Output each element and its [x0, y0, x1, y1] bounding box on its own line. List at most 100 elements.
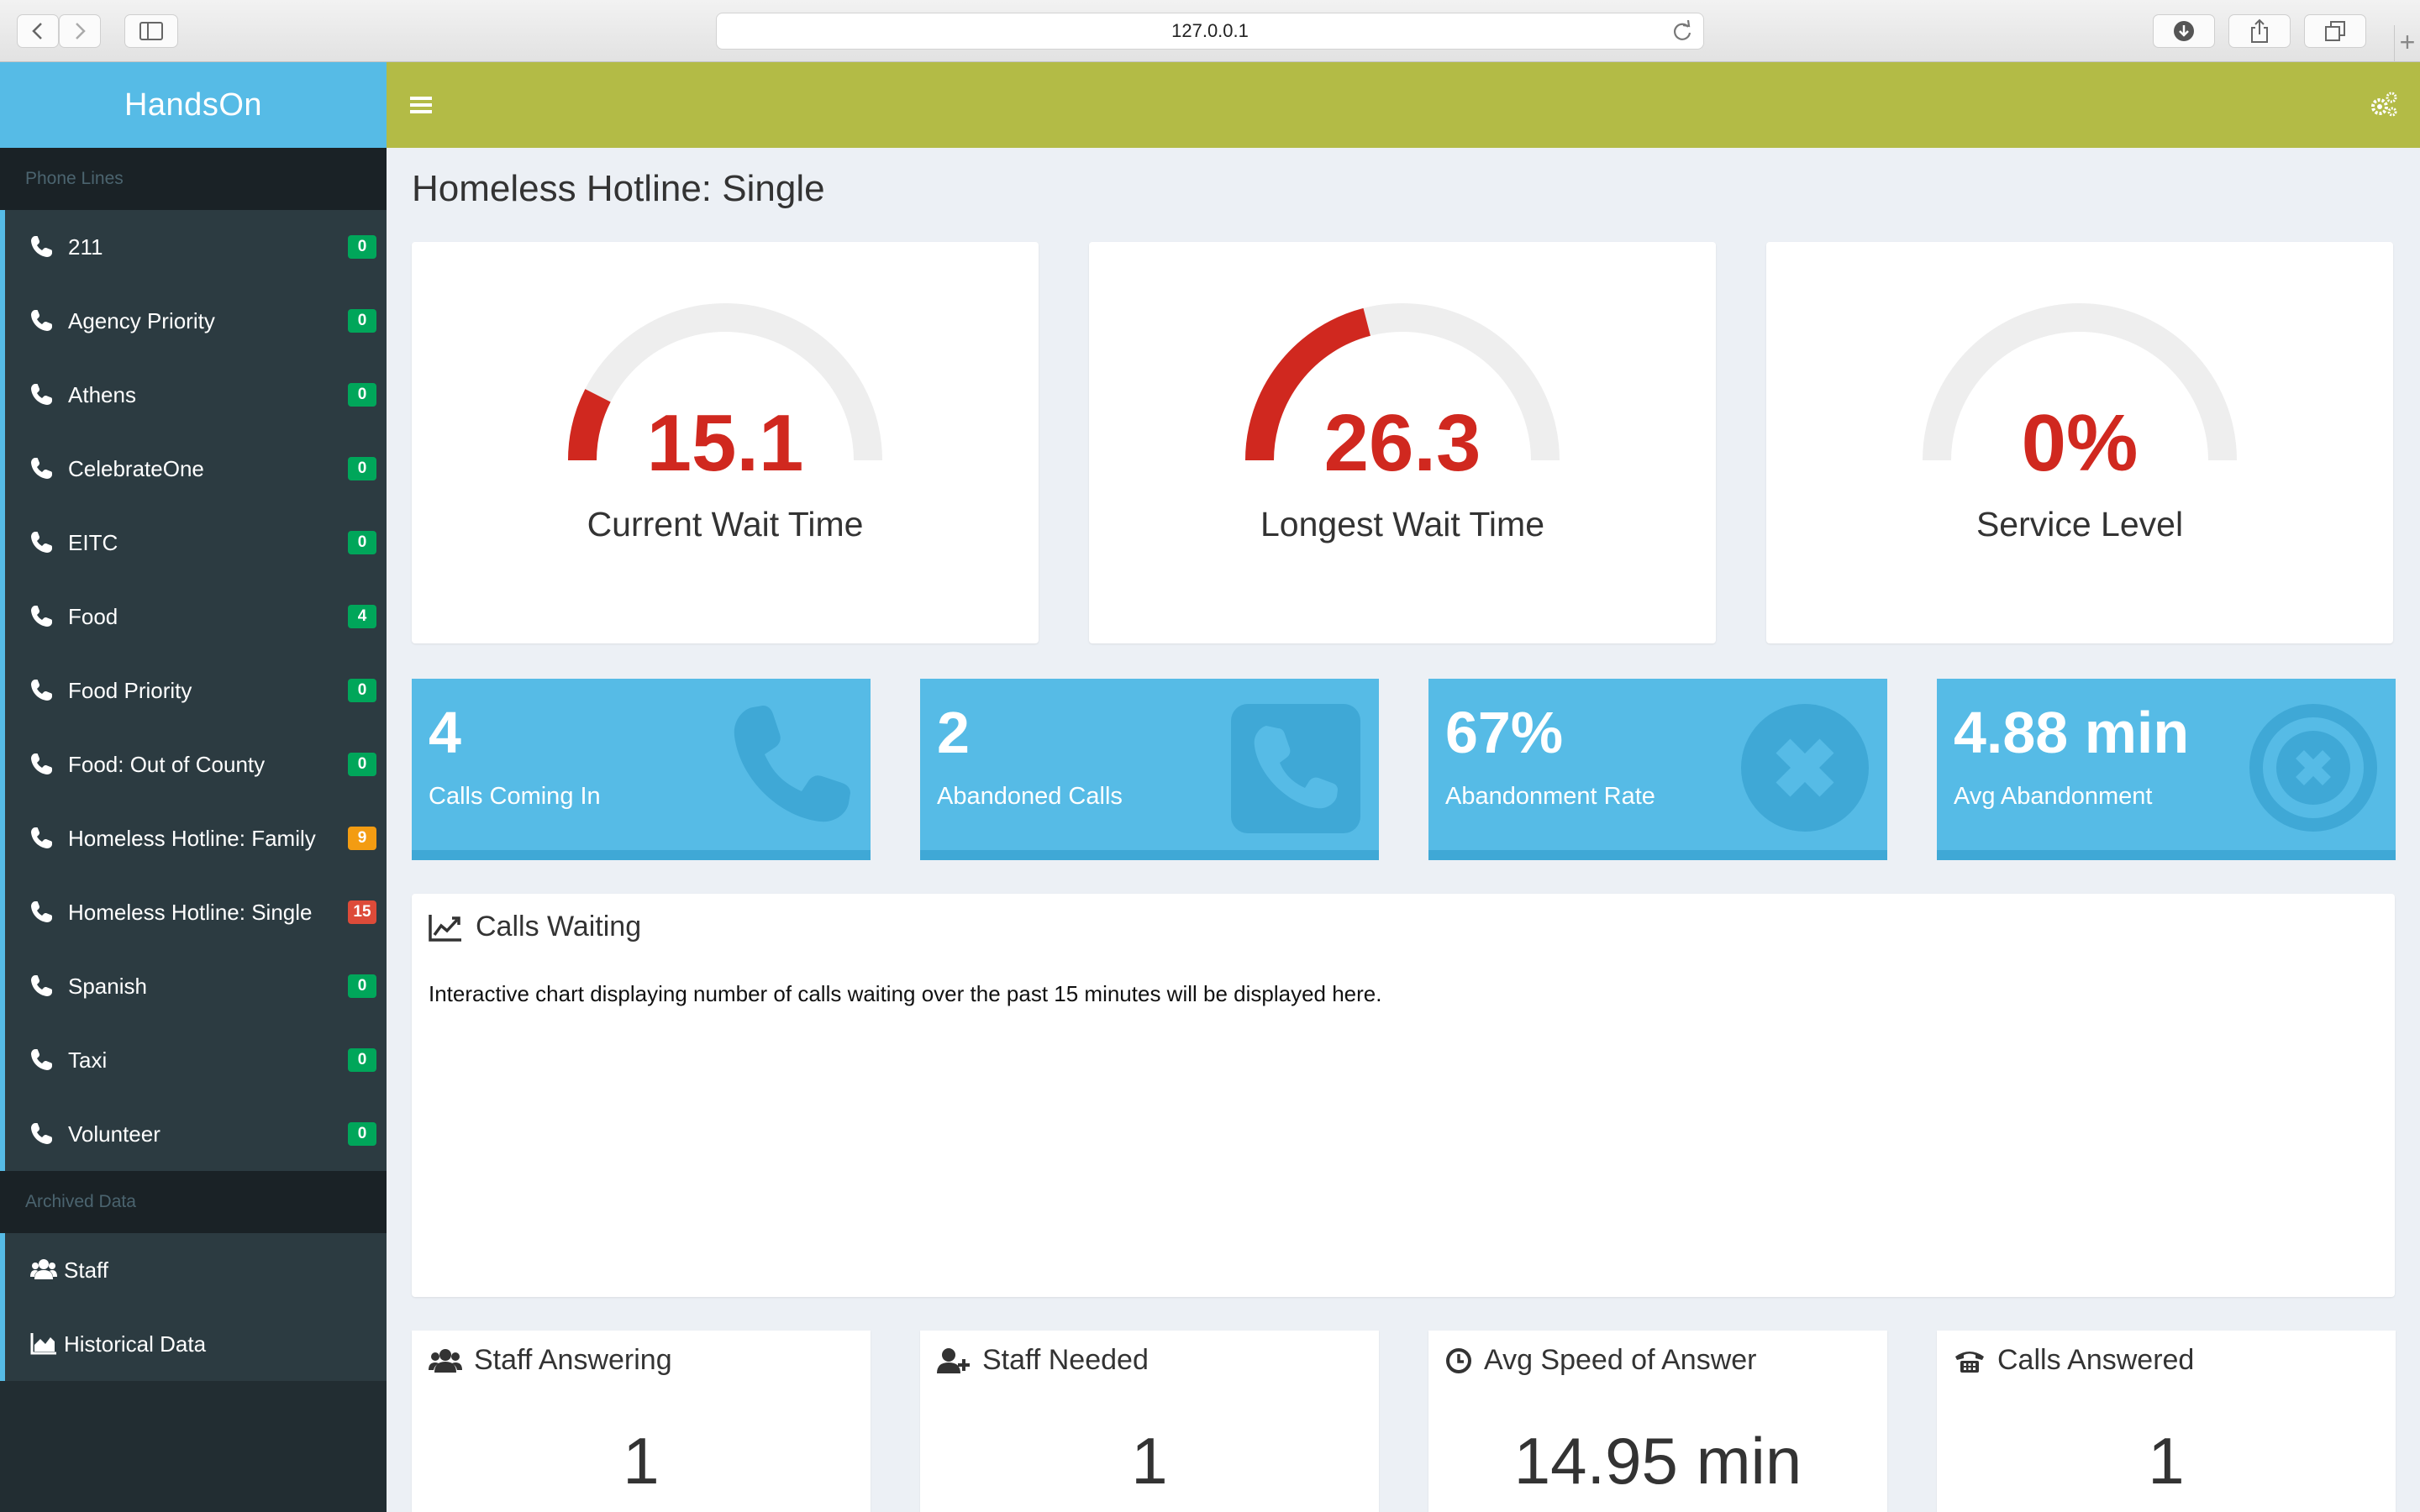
card-calls-answered: Calls Answered 1: [1937, 1331, 2396, 1512]
sidebar-item-phone-line[interactable]: Homeless Hotline: Single 15: [0, 875, 387, 949]
address-bar[interactable]: 127.0.0.1: [716, 13, 1704, 50]
new-tab-button[interactable]: +: [2394, 25, 2420, 62]
queue-count-badge: 9: [348, 827, 376, 850]
phone-icon: [31, 532, 52, 553]
card-header: Calls Answered: [1954, 1344, 2194, 1377]
card-header: Staff Needed: [937, 1344, 1149, 1377]
phone-icon: [31, 236, 52, 257]
reload-icon[interactable]: [1671, 20, 1693, 42]
sidebar-item-phone-line[interactable]: Food Priority 0: [0, 654, 387, 727]
card-title: Staff Needed: [982, 1344, 1149, 1376]
stat-value: 67%: [1445, 700, 1564, 765]
phone-icon: [31, 310, 52, 331]
sidebar-item-label: EITC: [68, 530, 118, 555]
sidebar: HandsOn Phone Lines 211 0 Agency Priority 0…: [0, 62, 387, 1512]
card-title: Staff Answering: [474, 1344, 672, 1376]
downloads-button[interactable]: [2153, 14, 2215, 48]
card-header: Avg Speed of Answer: [1445, 1344, 1756, 1377]
gauge-card-service-level: 0% Service Level: [1766, 242, 2393, 643]
phone-icon: [31, 606, 52, 627]
page-title: Homeless Hotline: Single: [412, 168, 825, 209]
users-icon: [30, 1259, 57, 1279]
sidebar-toggle-button[interactable]: [124, 14, 178, 48]
sidebar-item-phone-line[interactable]: Food 4: [0, 580, 387, 654]
phone-square-icon: [1231, 704, 1360, 833]
stat-value: 4.88 min: [1954, 700, 2190, 765]
sidebar-item-label: Homeless Hotline: Family: [68, 826, 316, 851]
calls-waiting-header: Calls Waiting: [429, 911, 641, 943]
card-title: Avg Speed of Answer: [1484, 1344, 1757, 1376]
phone-lines-list: 211 0 Agency Priority 0 Athens 0 CelebrateOne 0…: [0, 210, 387, 1171]
top-navbar: [387, 62, 2420, 148]
phone-icon: [31, 901, 52, 922]
sidebar-item-phone-line[interactable]: Agency Priority 0: [0, 284, 387, 358]
archived-data-header: Archived Data: [0, 1171, 387, 1233]
sidebar-icon: [139, 22, 163, 40]
queue-count-badge: 0: [348, 457, 376, 480]
brand-logo[interactable]: HandsOn: [0, 62, 387, 148]
queue-count-badge: 0: [348, 974, 376, 998]
sidebar-item-phone-line[interactable]: Homeless Hotline: Family 9: [0, 801, 387, 875]
tabs-icon: [2325, 21, 2345, 41]
sidebar-item-phone-line[interactable]: Spanish 0: [0, 949, 387, 1023]
share-icon: [2251, 18, 2268, 43]
phone-icon: [31, 975, 52, 996]
sidebar-item-label: Volunteer: [68, 1121, 160, 1147]
gauge-card-longest-wait: 26.3 Longest Wait Time: [1089, 242, 1716, 643]
sidebar-item-label: Historical Data: [64, 1331, 207, 1357]
card-staff-answering: Staff Answering 1: [412, 1331, 871, 1512]
sidebar-item-phone-line[interactable]: EITC 0: [0, 506, 387, 580]
menu-toggle-icon[interactable]: [410, 95, 432, 115]
queue-count-badge: 0: [348, 1048, 376, 1072]
tabs-button[interactable]: [2304, 14, 2366, 48]
area-chart-icon: [30, 1333, 56, 1355]
card-value: 14.95 min: [1513, 1424, 1802, 1498]
phone-lines-header: Phone Lines: [0, 148, 387, 210]
sidebar-item-phone-line[interactable]: Volunteer 0: [0, 1097, 387, 1171]
sidebar-item-label: Staff: [64, 1257, 109, 1283]
sidebar-item-phone-line[interactable]: 211 0: [0, 210, 387, 284]
phone-icon: [31, 1049, 52, 1070]
times-circle-icon: [1741, 704, 1869, 832]
stat-calls-coming-in: 4 Calls Coming In: [412, 679, 871, 860]
card-value: 1: [1131, 1424, 1168, 1498]
stat-label: Calls Coming In: [429, 783, 601, 810]
stat-label: Abandoned Calls: [937, 783, 1123, 810]
forward-button[interactable]: [59, 14, 101, 48]
queue-count-badge: 0: [348, 531, 376, 554]
back-button[interactable]: [17, 14, 59, 48]
sidebar-item-phone-line[interactable]: Athens 0: [0, 358, 387, 432]
sidebar-item-label: 211: [68, 234, 103, 260]
queue-count-badge: 15: [348, 900, 376, 924]
queue-count-badge: 0: [348, 753, 376, 776]
queue-count-badge: 0: [348, 235, 376, 259]
card-value: 1: [623, 1424, 660, 1498]
stat-abandonment-rate: 67% Abandonment Rate: [1428, 679, 1887, 860]
phone-icon: [31, 827, 52, 848]
share-button[interactable]: [2228, 14, 2291, 48]
sidebar-item-staff[interactable]: Staff: [0, 1233, 387, 1307]
url-text: 127.0.0.1: [1171, 20, 1249, 41]
queue-count-badge: 0: [348, 383, 376, 407]
sidebar-item-phone-line[interactable]: Taxi 0: [0, 1023, 387, 1097]
sidebar-item-historical-data[interactable]: Historical Data: [0, 1307, 387, 1381]
phone-icon: [734, 706, 850, 822]
phone-icon: [31, 384, 52, 405]
sidebar-item-label: Homeless Hotline: Single: [68, 900, 313, 925]
calls-waiting-text: Interactive chart displaying number of c…: [429, 981, 1382, 1006]
queue-count-badge: 0: [348, 309, 376, 333]
clock-icon: [1446, 1347, 1471, 1373]
users-icon: [429, 1348, 462, 1373]
sidebar-item-phone-line[interactable]: Food: Out of County 0: [0, 727, 387, 801]
sidebar-item-label: Food Priority: [68, 678, 192, 703]
stat-label: Abandonment Rate: [1445, 783, 1655, 810]
queue-count-badge: 0: [348, 679, 376, 702]
sidebar-item-phone-line[interactable]: CelebrateOne 0: [0, 432, 387, 506]
queue-count-badge: 0: [348, 1122, 376, 1146]
download-icon: [2174, 21, 2194, 41]
phone-icon: [31, 680, 52, 701]
gauge-label: Service Level: [1975, 505, 2184, 543]
stat-value: 2: [937, 700, 970, 765]
gauge-value: 26.3: [1323, 398, 1481, 488]
gears-icon[interactable]: [2370, 90, 2398, 118]
